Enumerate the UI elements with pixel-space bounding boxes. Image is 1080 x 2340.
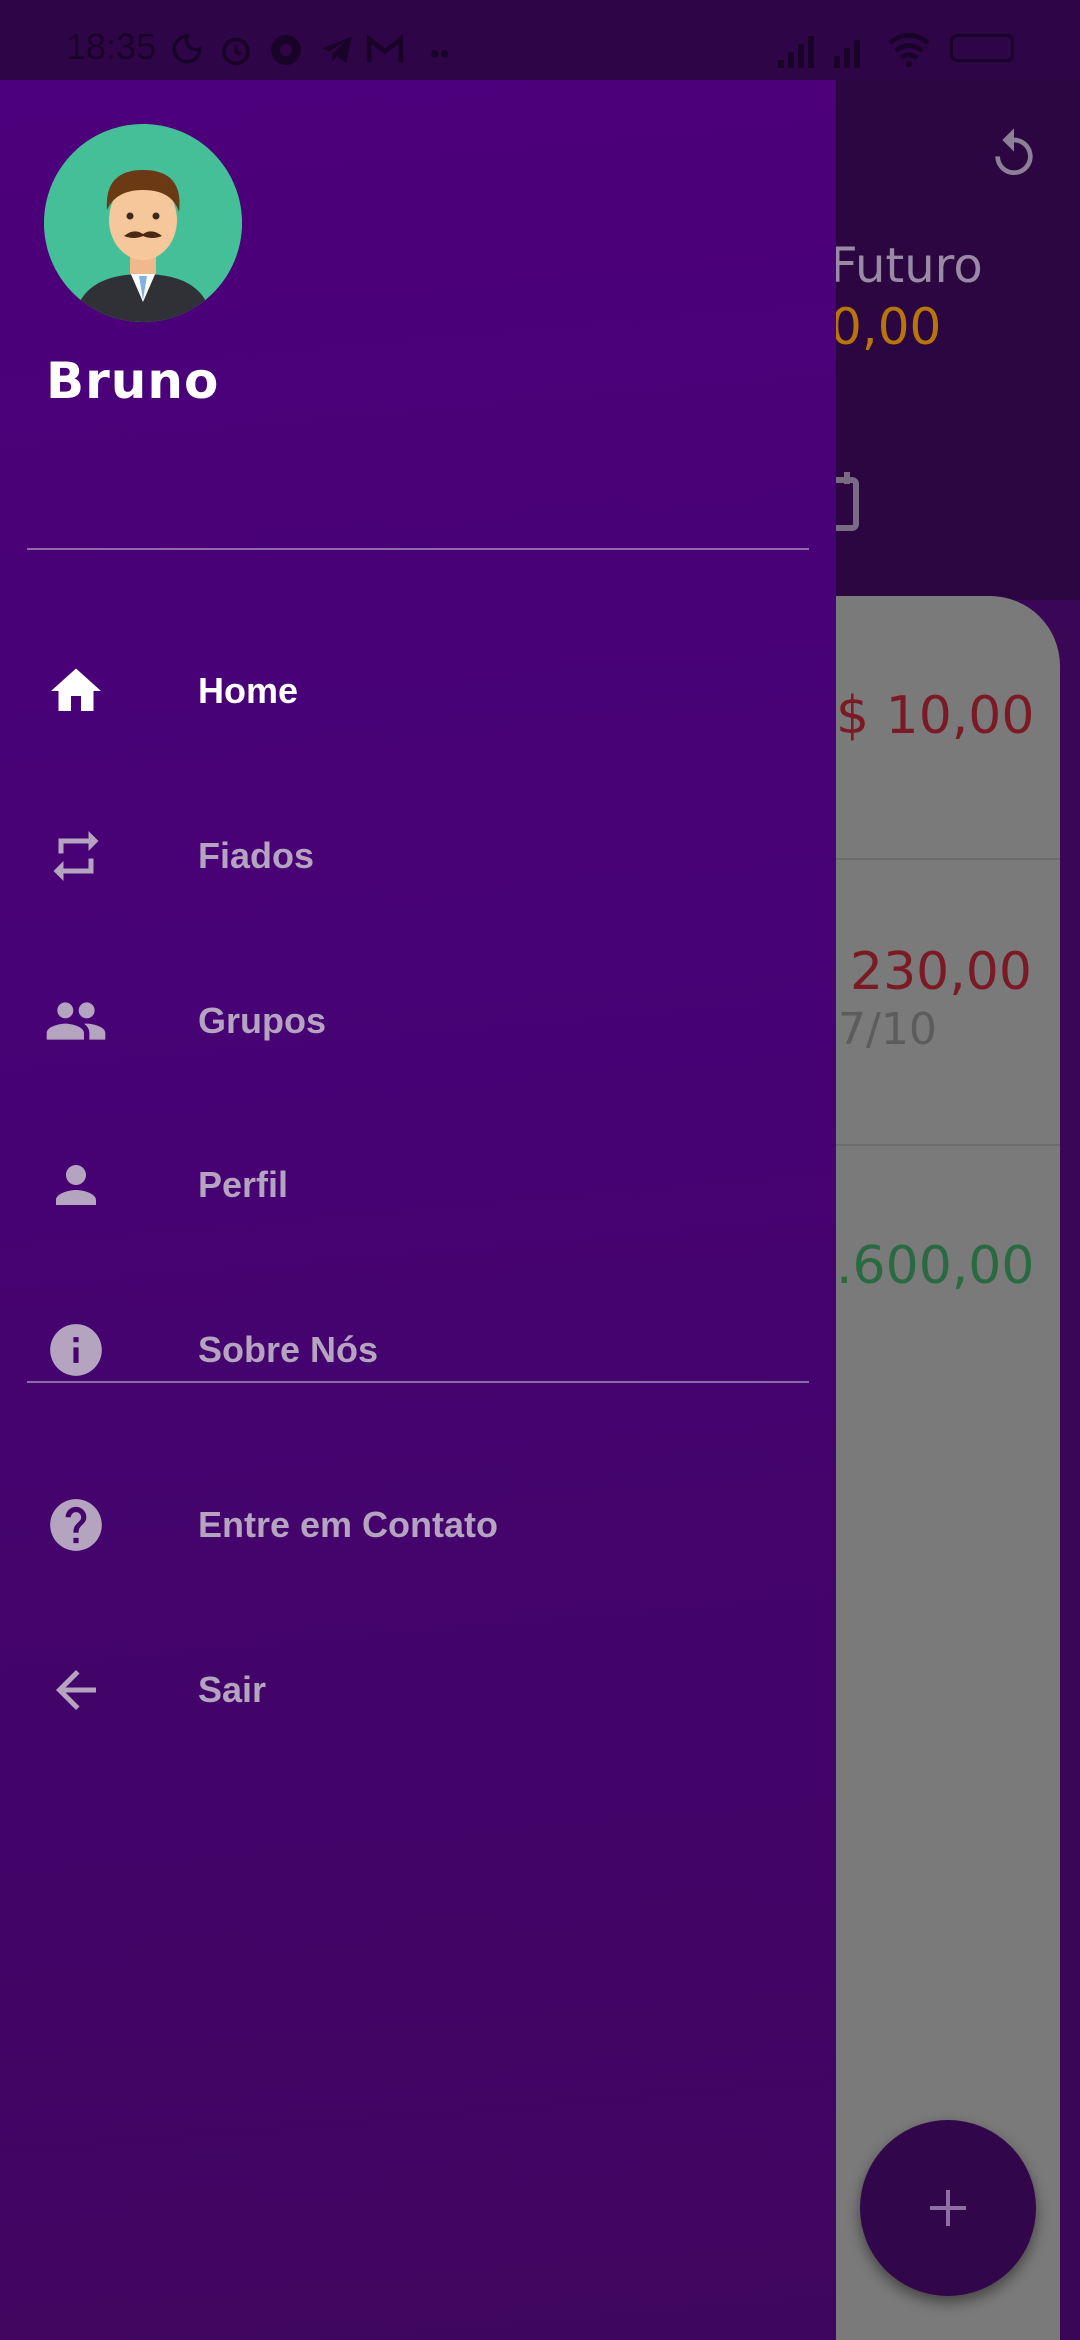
- row-amount: 230,00: [850, 942, 1032, 1002]
- signal-2-icon: [834, 40, 860, 68]
- menu-item-home[interactable]: Home: [0, 636, 836, 746]
- wifi-icon: [888, 32, 930, 68]
- moon-icon: [172, 34, 202, 64]
- chrome-icon: [271, 35, 301, 65]
- menu-item-perfil[interactable]: Perfil: [0, 1130, 836, 1240]
- telegram-icon: [322, 36, 352, 64]
- home-icon: [40, 655, 112, 727]
- status-time: 18:35: [66, 26, 157, 67]
- user-name: Bruno: [46, 352, 220, 410]
- help-icon: [40, 1489, 112, 1561]
- background-card: $ 10,00 230,00 7/10 .600,00: [836, 596, 1060, 2340]
- row-divider: [836, 1144, 1060, 1146]
- menu-item-label: Entre em Contato: [198, 1504, 499, 1545]
- drawer-divider: [27, 548, 809, 550]
- user-avatar-illustration: [44, 124, 242, 322]
- row-divider: [836, 858, 1060, 860]
- plus-icon: [930, 2190, 966, 2226]
- menu-item-grupos[interactable]: Grupos: [0, 966, 836, 1076]
- gmail-icon: [366, 34, 404, 63]
- add-button[interactable]: [860, 2120, 1036, 2296]
- refresh-icon[interactable]: [986, 126, 1042, 182]
- menu-item-entre-em-contato[interactable]: Entre em Contato: [0, 1470, 836, 1580]
- signal-icon: [778, 36, 814, 68]
- more-notifications-icon: ••: [430, 38, 450, 69]
- menu-item-fiados[interactable]: Fiados: [0, 801, 836, 911]
- menu-item-label: Fiados: [198, 835, 315, 876]
- avatar[interactable]: [44, 124, 242, 322]
- menu-item-label: Sair: [198, 1669, 267, 1710]
- menu-item-sair[interactable]: Sair: [0, 1635, 836, 1745]
- header-label: Futuro: [830, 238, 983, 294]
- drawer-divider: [27, 1381, 809, 1383]
- menu-item-label: Grupos: [198, 1000, 327, 1041]
- navigation-drawer: Bruno Home Fiados Grupos Perfil Sobre Nó…: [0, 80, 836, 2340]
- header-value: 0,00: [830, 298, 942, 356]
- person-icon: [40, 1149, 112, 1221]
- row-sub: 7/10: [838, 1004, 937, 1055]
- arrow-back-icon: [40, 1654, 112, 1726]
- row-amount: .600,00: [836, 1236, 1035, 1296]
- alarm-icon: [222, 37, 250, 66]
- battery-icon: [950, 34, 1014, 62]
- menu-item-label: Perfil: [198, 1164, 289, 1205]
- group-icon: [40, 985, 112, 1057]
- status-bar: 18:35 ••: [0, 0, 1080, 80]
- repeat-icon: [40, 820, 112, 892]
- row-amount: $ 10,00: [836, 686, 1035, 746]
- menu-item-sobre-nos[interactable]: Sobre Nós: [0, 1295, 836, 1405]
- background-header: Futuro 0,00: [817, 0, 1080, 600]
- menu-item-label: Home: [198, 670, 299, 711]
- info-icon: [40, 1314, 112, 1386]
- menu-item-label: Sobre Nós: [198, 1329, 379, 1370]
